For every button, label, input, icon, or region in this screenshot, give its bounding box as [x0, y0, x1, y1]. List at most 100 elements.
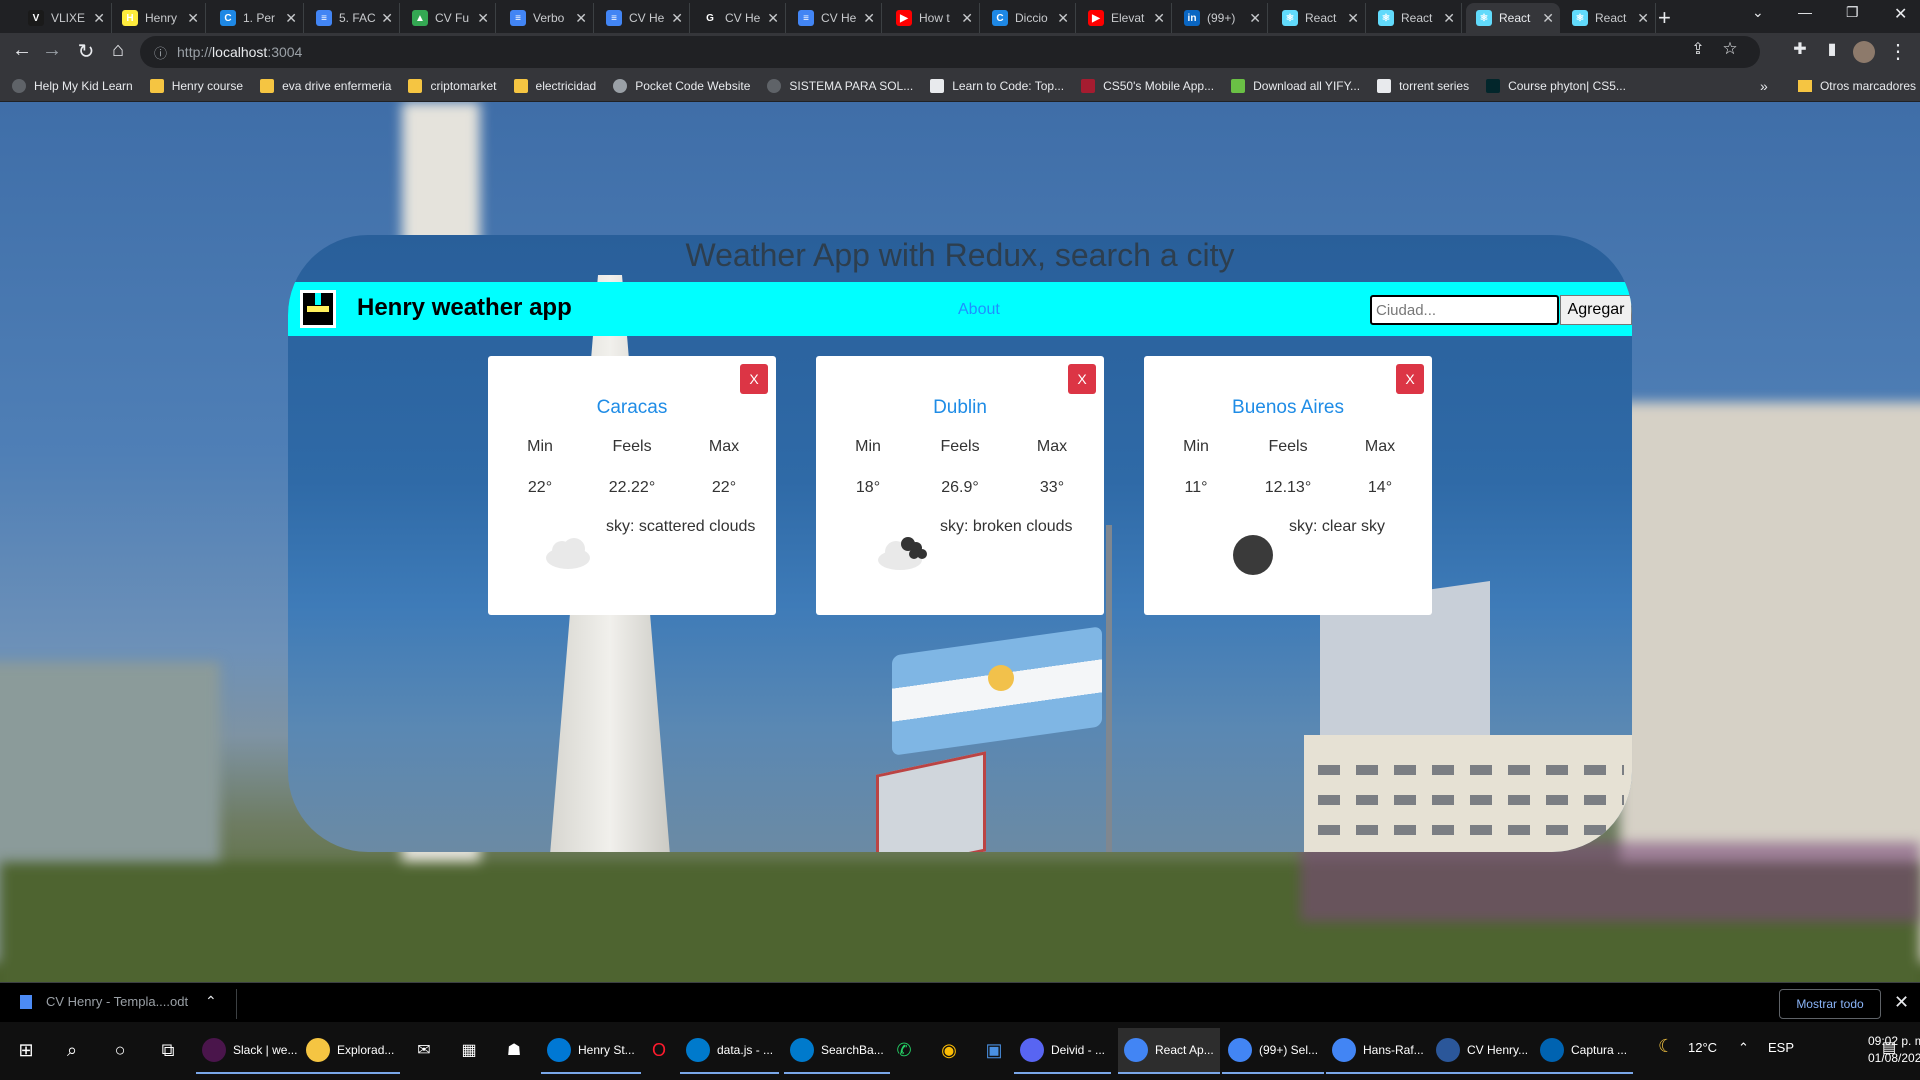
close-tab-icon[interactable]: ✕: [1347, 10, 1359, 27]
minimize-button[interactable]: —: [1798, 4, 1812, 20]
browser-tab[interactable]: ≡ 5. FAC ✕: [306, 3, 400, 33]
chrome-icon[interactable]: ◉: [935, 1036, 963, 1064]
bookmark-item[interactable]: Download all YIFY...: [1231, 79, 1360, 93]
henry-logo[interactable]: [300, 290, 336, 328]
back-icon[interactable]: ←: [8, 39, 36, 62]
bookmark-item[interactable]: eva drive enfermeria: [260, 79, 391, 93]
browser-tab[interactable]: ▲ CV Fu ✕: [402, 3, 496, 33]
new-tab-button[interactable]: +: [1658, 5, 1671, 31]
site-info-icon[interactable]: ⓘ: [154, 43, 167, 62]
taskbar-app-button[interactable]: Hans-Raf...: [1326, 1028, 1430, 1074]
bookmark-item[interactable]: Help My Kid Learn: [12, 79, 133, 93]
menu-icon[interactable]: ⋮: [1884, 39, 1912, 64]
reload-icon[interactable]: ↻: [72, 39, 100, 64]
windows-start-icon[interactable]: ⊞: [12, 1036, 40, 1064]
browser-tab[interactable]: ⚛ React ✕: [1272, 3, 1366, 33]
close-tab-icon[interactable]: ✕: [187, 10, 199, 27]
bookmark-item[interactable]: electricidad: [513, 79, 596, 93]
bookmark-item[interactable]: CS50's Mobile App...: [1081, 79, 1214, 93]
city-search-input[interactable]: [1370, 295, 1559, 325]
browser-tab[interactable]: ⚛ React ✕: [1466, 3, 1560, 33]
temperature[interactable]: 12°C: [1688, 1040, 1717, 1055]
bookmark-item[interactable]: SISTEMA PARA SOL...: [767, 79, 913, 93]
whatsapp-icon[interactable]: ✆: [890, 1036, 918, 1064]
close-tab-icon[interactable]: ✕: [961, 10, 973, 27]
language-indicator[interactable]: ESP: [1768, 1040, 1794, 1055]
browser-tab[interactable]: C 1. Per ✕: [210, 3, 304, 33]
browser-tab[interactable]: ≡ CV He ✕: [596, 3, 690, 33]
browser-tab[interactable]: V VLIXE ✕: [18, 3, 112, 33]
profile-avatar[interactable]: [1850, 39, 1878, 65]
browser-tab[interactable]: ▶ How t ✕: [886, 3, 980, 33]
bookmark-item[interactable]: Henry course: [149, 79, 243, 93]
taskbar-app-button[interactable]: React Ap...: [1118, 1028, 1220, 1074]
browser-tab[interactable]: ⚛ React ✕: [1562, 3, 1656, 33]
share-icon[interactable]: ⇪: [1684, 39, 1712, 59]
remove-city-button[interactable]: X: [740, 364, 768, 394]
other-bookmarks-folder[interactable]: Otros marcadores: [1797, 79, 1916, 93]
close-tab-icon[interactable]: ✕: [1153, 10, 1165, 27]
browser-tab[interactable]: C Diccio ✕: [982, 3, 1076, 33]
close-tab-icon[interactable]: ✕: [863, 10, 875, 27]
add-city-button[interactable]: Agregar: [1560, 295, 1632, 325]
address-bar[interactable]: ⓘ http://localhost:3004: [140, 36, 1760, 68]
side-panel-icon[interactable]: ▮: [1818, 39, 1846, 59]
bookmark-item[interactable]: Course phyton| CS5...: [1486, 79, 1626, 93]
taskbar-app-button[interactable]: CV Henry...: [1430, 1028, 1535, 1074]
close-tab-icon[interactable]: ✕: [575, 10, 587, 27]
browser-tab[interactable]: ▶ Elevat ✕: [1078, 3, 1172, 33]
bookmark-item[interactable]: torrent series: [1377, 79, 1469, 93]
bookmark-item[interactable]: Learn to Code: Top...: [930, 79, 1064, 93]
android-icon[interactable]: ☗: [500, 1036, 528, 1064]
mail-icon[interactable]: ✉: [410, 1036, 438, 1064]
close-tab-icon[interactable]: ✕: [477, 10, 489, 27]
opera-icon[interactable]: O: [645, 1036, 673, 1064]
store-icon[interactable]: ▦: [455, 1036, 483, 1064]
taskbar-app-button[interactable]: Deivid - ...: [1014, 1028, 1112, 1074]
close-tab-icon[interactable]: ✕: [1057, 10, 1069, 27]
taskbar-app-button[interactable]: (99+) Sel...: [1222, 1028, 1325, 1074]
tray-overflow-icon[interactable]: ⌃: [1738, 1040, 1749, 1056]
taskbar-app-button[interactable]: SearchBa...: [784, 1028, 890, 1074]
close-shelf-icon[interactable]: ✕: [1894, 992, 1909, 1013]
taskbar-app-button[interactable]: Henry St...: [541, 1028, 641, 1074]
browser-tab[interactable]: in (99+) ✕: [1174, 3, 1268, 33]
city-name-link[interactable]: Buenos Aires: [1144, 397, 1432, 419]
city-name-link[interactable]: Caracas: [488, 397, 776, 419]
close-tab-icon[interactable]: ✕: [671, 10, 683, 27]
about-link[interactable]: About: [958, 301, 1000, 319]
close-tab-icon[interactable]: ✕: [93, 10, 105, 27]
notifications-icon[interactable]: ▤: [1882, 1038, 1896, 1056]
bookmark-item[interactable]: criptomarket: [408, 79, 497, 93]
remove-city-button[interactable]: X: [1068, 364, 1096, 394]
task-view-icon[interactable]: ⧉: [154, 1036, 182, 1064]
chevron-up-icon[interactable]: ⌃: [205, 993, 217, 1010]
search-icon[interactable]: ⌕: [58, 1036, 86, 1064]
close-tab-icon[interactable]: ✕: [1249, 10, 1261, 27]
browser-tab[interactable]: ≡ CV He ✕: [788, 3, 882, 33]
close-tab-icon[interactable]: ✕: [285, 10, 297, 27]
download-item[interactable]: CV Henry - Templa....odt: [20, 994, 188, 1009]
taskbar-app-button[interactable]: data.js - ...: [680, 1028, 780, 1074]
bookmark-star-icon[interactable]: ☆: [1716, 39, 1744, 59]
restore-button[interactable]: ❐: [1846, 4, 1859, 21]
cortana-icon[interactable]: ○: [106, 1036, 134, 1064]
close-tab-icon[interactable]: ✕: [1637, 10, 1649, 27]
taskbar-app-button[interactable]: Captura ...: [1534, 1028, 1634, 1074]
browser-tab[interactable]: ⚛ React ✕: [1368, 3, 1462, 33]
city-name-link[interactable]: Dublin: [816, 397, 1104, 419]
tab-search-icon[interactable]: ⌄: [1752, 4, 1764, 21]
taskbar-app-button[interactable]: Slack | we...: [196, 1028, 304, 1074]
browser-tab[interactable]: ≡ Verbo ✕: [500, 3, 594, 33]
bookmarks-overflow-button[interactable]: »: [1760, 78, 1768, 94]
close-tab-icon[interactable]: ✕: [381, 10, 393, 27]
forward-icon[interactable]: →: [38, 39, 66, 62]
close-tab-icon[interactable]: ✕: [1443, 10, 1455, 27]
extensions-icon[interactable]: ✚: [1786, 39, 1814, 59]
show-all-downloads-button[interactable]: Mostrar todo: [1779, 989, 1881, 1019]
close-window-button[interactable]: ✕: [1894, 4, 1907, 24]
app-icon[interactable]: ▣: [980, 1036, 1008, 1064]
close-tab-icon[interactable]: ✕: [1542, 10, 1554, 27]
close-tab-icon[interactable]: ✕: [767, 10, 779, 27]
bookmark-item[interactable]: Pocket Code Website: [613, 79, 750, 93]
